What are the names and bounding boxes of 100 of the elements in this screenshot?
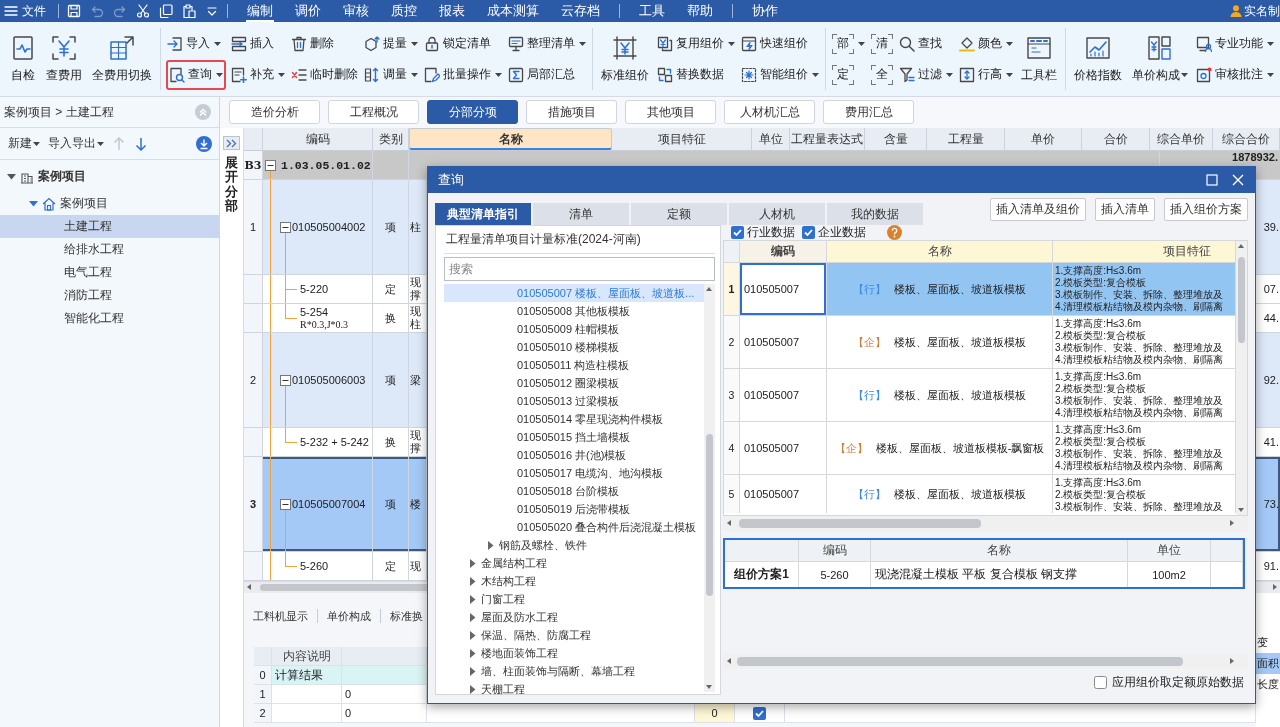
- tree-item[interactable]: 天棚工程: [444, 680, 704, 698]
- toolbar-button[interactable]: 替换数据: [656, 62, 725, 87]
- horizontal-scrollbar[interactable]: [723, 516, 1248, 531]
- table-cell[interactable]: 面积: [1256, 653, 1280, 674]
- user-account[interactable]: 实名制: [1230, 2, 1280, 20]
- menu-tab[interactable]: 成本测算: [476, 0, 550, 22]
- column-header[interactable]: 项目特征: [1053, 241, 1236, 262]
- vertical-scrollbar[interactable]: [1236, 241, 1247, 515]
- tree-item[interactable]: 010505012 圈梁模板: [444, 374, 704, 392]
- menu-tab[interactable]: 报表: [428, 0, 476, 22]
- table-cell[interactable]: 【行】 楼板、屋面板、坡道板模板: [827, 263, 1053, 315]
- tab[interactable]: 清单: [533, 203, 629, 225]
- view-tab[interactable]: 措施项目: [526, 100, 617, 124]
- toolbar-button[interactable]: 新建: [8, 135, 40, 152]
- tree-item[interactable]: 010505019 后浇带模板: [444, 500, 704, 518]
- table-cell[interactable]: 010505007: [740, 316, 827, 368]
- column-header[interactable]: 编码: [740, 241, 827, 262]
- menu-tab[interactable]: 质控: [380, 0, 428, 22]
- toolbar-button[interactable]: 补充: [230, 62, 286, 87]
- view-tab[interactable]: 费用汇总: [823, 100, 914, 124]
- menu-tab[interactable]: 工具: [628, 0, 676, 22]
- tab[interactable]: 典型清单指引: [435, 203, 531, 225]
- minus-box-icon[interactable]: [280, 498, 291, 510]
- toolbar-button[interactable]: 智能组价: [740, 62, 820, 87]
- minus-box-icon[interactable]: [280, 374, 291, 386]
- toolbar-button[interactable]: 全费用切换: [89, 28, 155, 90]
- menu-tab[interactable]: 帮助: [676, 0, 724, 22]
- toolbar-button[interactable]: 锁定清单: [423, 31, 492, 56]
- checkbox[interactable]: [802, 226, 815, 239]
- table-cell[interactable]: 组价方案1: [725, 562, 799, 587]
- table-cell[interactable]: 变: [1256, 632, 1280, 653]
- checkbox-label[interactable]: 应用组价取定额原始数据: [1112, 673, 1244, 691]
- tree-item[interactable]: 钢筋及螺栓、铁件: [444, 536, 704, 554]
- menu-tab[interactable]: 审核: [332, 0, 380, 22]
- minus-box-icon[interactable]: [265, 159, 276, 171]
- toolbar-button[interactable]: 导入: [166, 31, 222, 56]
- checkbox[interactable]: [1094, 675, 1107, 689]
- toolbar-button[interactable]: 导入导出: [48, 135, 104, 152]
- tree-item[interactable]: 010505017 电缆沟、地沟模板: [444, 464, 704, 482]
- toolbar-button[interactable]: 批量操作: [423, 62, 503, 87]
- toolbar-button[interactable]: 查找: [898, 31, 943, 56]
- expand-button[interactable]: [223, 136, 240, 150]
- toolbar-button[interactable]: 查询: [166, 59, 226, 90]
- toolbar-button[interactable]: 单价构成: [1129, 28, 1191, 90]
- panel-tab[interactable]: 标准换: [381, 608, 432, 624]
- toolbar-button[interactable]: 行高: [958, 62, 1014, 87]
- tree-item[interactable]: 010505007 楼板、屋面板、坡道板...: [444, 284, 704, 302]
- download-button[interactable]: [196, 135, 212, 152]
- action-button[interactable]: 插入清单及组价: [990, 198, 1086, 221]
- toolbar-button[interactable]: 自检: [7, 28, 39, 90]
- tree-item[interactable]: 010505010 楼梯模板: [444, 338, 704, 356]
- checkbox-label[interactable]: 企业数据: [818, 224, 866, 241]
- action-button[interactable]: 插入清单: [1095, 198, 1155, 221]
- toolbar-button[interactable]: 审核批注: [1195, 62, 1275, 87]
- panel-tab[interactable]: 单价构成: [318, 608, 380, 624]
- table-cell[interactable]: 长度: [1256, 674, 1280, 695]
- move-down-button[interactable]: [134, 136, 148, 151]
- table-cell[interactable]: 【企】 楼板、屋面板、坡道板模板-飘窗板: [827, 422, 1053, 474]
- checkbox[interactable]: [731, 226, 744, 239]
- tree-item[interactable]: 案例项目: [0, 192, 219, 215]
- tree-item[interactable]: 屋面及防水工程: [444, 608, 704, 626]
- tree-item[interactable]: 楼地面装饰工程: [444, 644, 704, 662]
- toolbar-button[interactable]: 临时删除: [290, 62, 359, 87]
- search-field[interactable]: 搜索: [444, 257, 715, 281]
- tree-item[interactable]: 给排水工程: [0, 238, 219, 261]
- tab[interactable]: 人材机: [729, 203, 825, 225]
- table-cell[interactable]: 【企】 楼板、屋面板、坡道板模板: [827, 316, 1053, 368]
- toolbar-button[interactable]: 复用组价: [656, 31, 736, 56]
- tab[interactable]: 定额: [631, 203, 727, 225]
- panel-tab[interactable]: 工料机显示: [244, 608, 317, 624]
- toolbar-button[interactable]: 颜色: [958, 31, 1014, 56]
- vertical-label[interactable]: 展开分部: [225, 156, 238, 214]
- toolbar-button[interactable]: 工具栏: [1018, 28, 1060, 90]
- action-button[interactable]: 插入组价方案: [1164, 198, 1248, 221]
- help-icon[interactable]: [887, 225, 902, 240]
- table-cell[interactable]: 【行】 楼板、屋面板、坡道板模板: [827, 369, 1053, 421]
- view-tab[interactable]: 人材机汇总: [724, 100, 815, 124]
- view-tab[interactable]: 分部分项: [427, 100, 518, 124]
- tree-item[interactable]: 门窗工程: [444, 590, 704, 608]
- tree-item[interactable]: 010505008 其他板模板: [444, 302, 704, 320]
- toolbar-button[interactable]: 查费用: [43, 28, 85, 90]
- tree-item[interactable]: 金属结构工程: [444, 554, 704, 572]
- tree-item[interactable]: 案例项目: [0, 165, 219, 188]
- tree-item[interactable]: 010505016 井(池)模板: [444, 446, 704, 464]
- tree-item[interactable]: 010505020 叠合构件后浇混凝土模板: [444, 518, 704, 536]
- tree-item[interactable]: 010505018 台阶模板: [444, 482, 704, 500]
- toolbar-button[interactable]: 整理清单: [507, 31, 587, 56]
- toolbar-button[interactable]: 专业功能: [1195, 31, 1275, 56]
- tree-item[interactable]: 010505011 构造柱模板: [444, 356, 704, 374]
- tree-item[interactable]: 土建工程: [0, 215, 219, 238]
- menu-tab[interactable]: 协作: [741, 0, 789, 22]
- tree-item[interactable]: 智能化工程: [0, 307, 219, 330]
- table-cell[interactable]: 【行】 楼板、屋面板、坡道板模板: [827, 475, 1053, 513]
- menu-tab[interactable]: 调价: [284, 0, 332, 22]
- tree-item[interactable]: 电气工程: [0, 261, 219, 284]
- tree-item[interactable]: 消防工程: [0, 284, 219, 307]
- toolbar-button[interactable]: 快速组价: [740, 31, 809, 56]
- view-tab[interactable]: 造价分析: [229, 100, 320, 124]
- tree-item[interactable]: 010505015 挡土墙模板: [444, 428, 704, 446]
- tree-item[interactable]: 010505013 过梁模板: [444, 392, 704, 410]
